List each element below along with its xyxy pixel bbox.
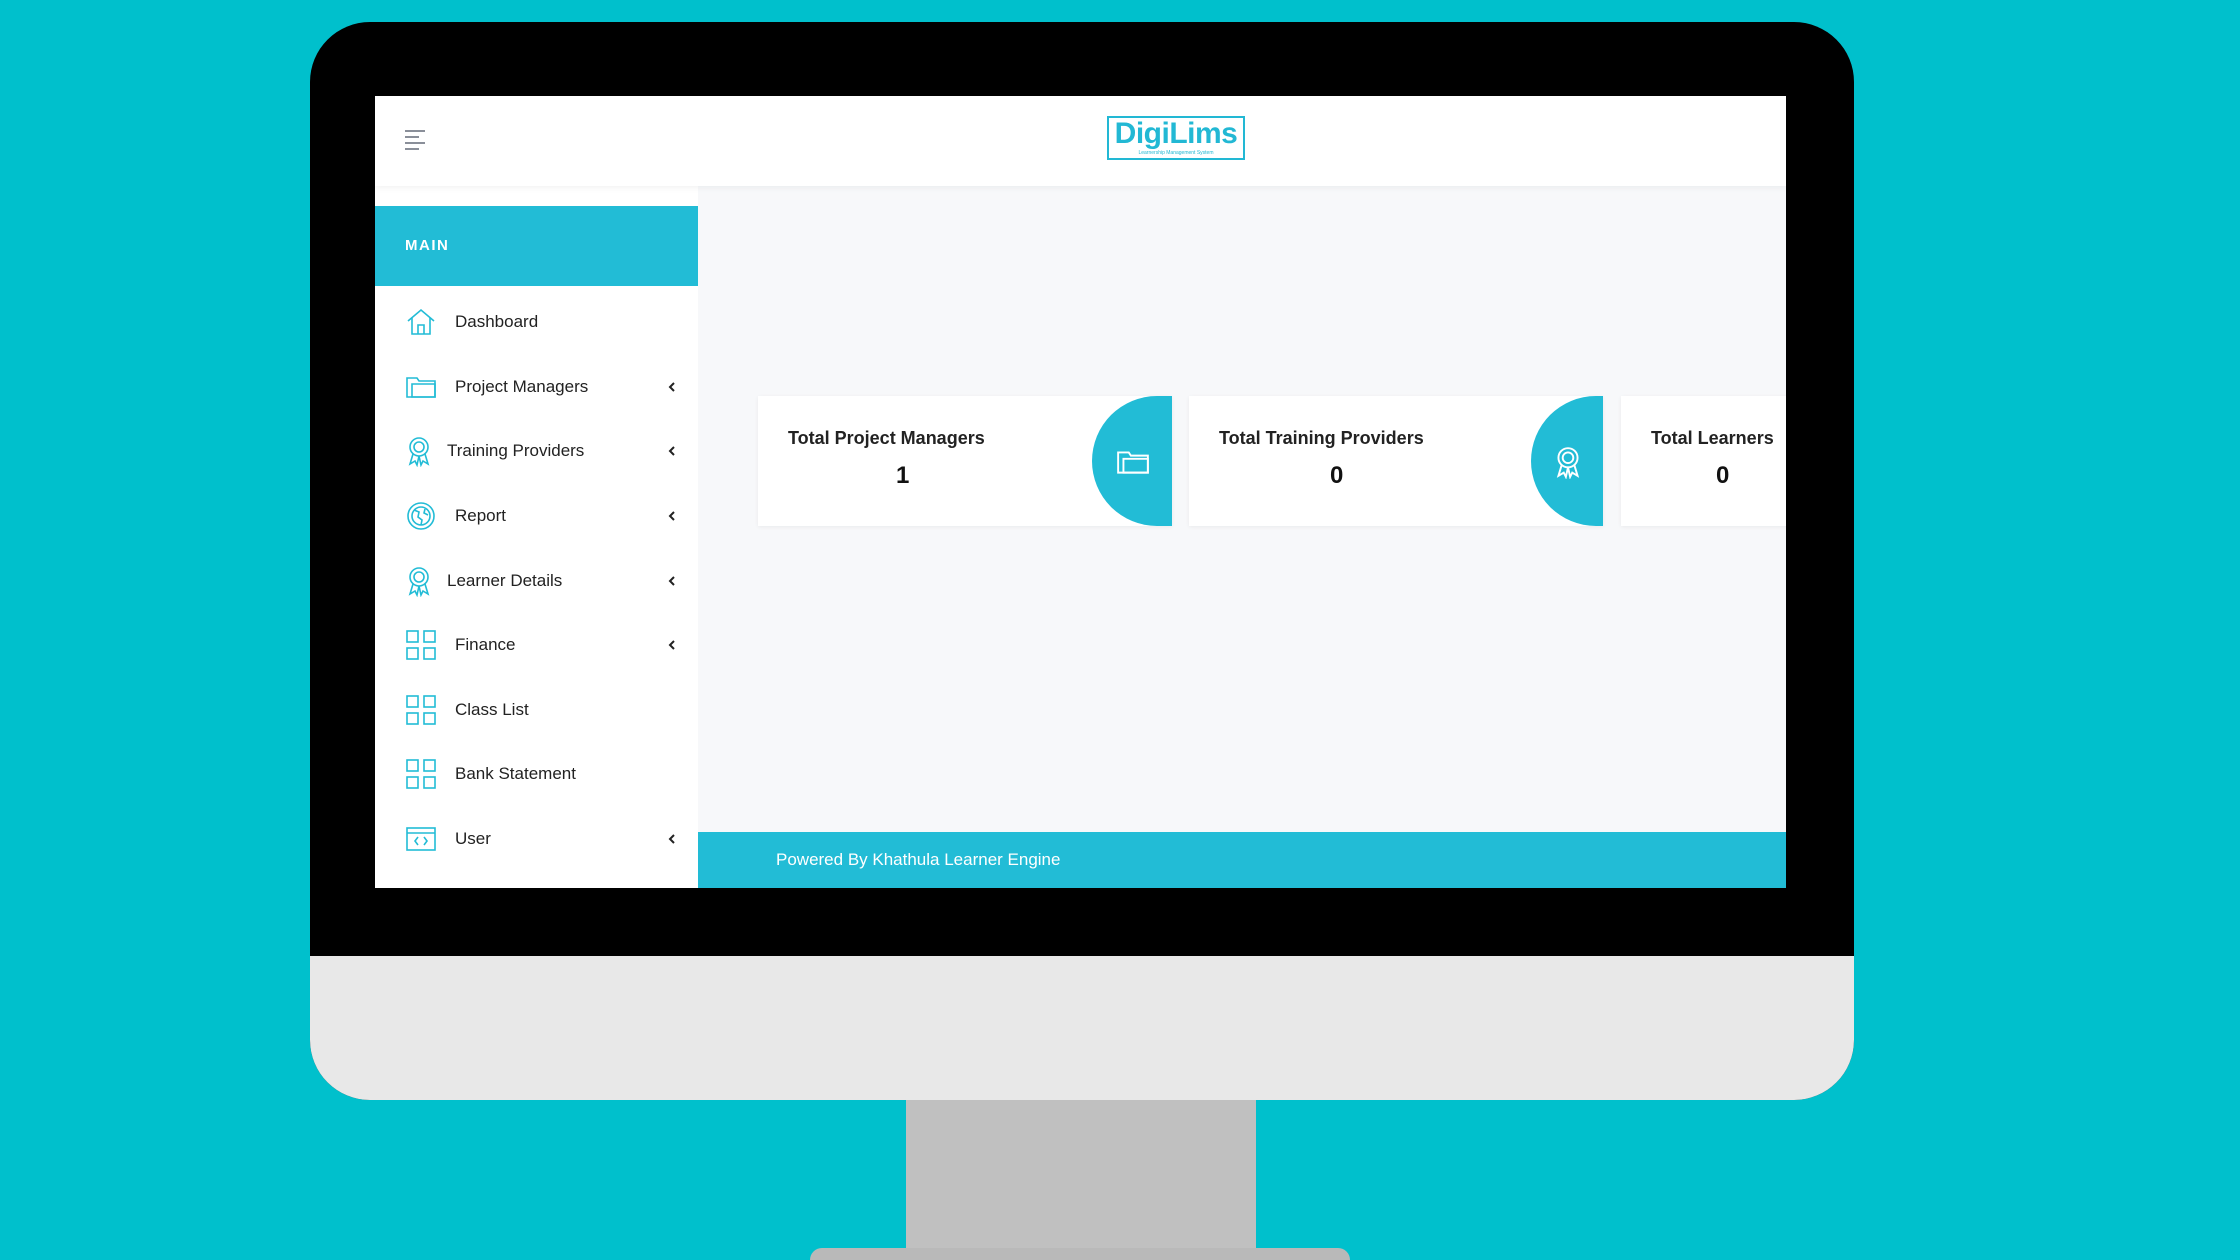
sidebar-item-report[interactable]: Report — [375, 484, 698, 549]
footer-text: Powered By Khathula Learner Engine — [776, 850, 1061, 869]
stat-card-title: Total Learners — [1651, 428, 1774, 448]
menu-toggle-icon[interactable] — [405, 130, 425, 150]
home-icon — [407, 309, 435, 336]
globe-icon — [407, 502, 435, 530]
stat-card-training-providers[interactable]: Total Training Providers 0 — [1189, 396, 1603, 526]
app-logo[interactable]: DigiLims Learnership Management System — [1107, 116, 1245, 160]
sidebar-item-label: Report — [455, 506, 507, 526]
grid-icon — [406, 759, 436, 790]
sidebar-item-learner-details[interactable]: Learner Details — [375, 548, 698, 613]
monitor-stand — [906, 1090, 1256, 1260]
sidebar-item-label: Class List — [455, 699, 529, 719]
sidebar-item-class-list[interactable]: Class List — [375, 678, 698, 743]
chevron-left-icon — [668, 511, 675, 521]
sidebar-item-finance[interactable]: Finance — [375, 613, 698, 678]
sidebar-item-training-providers[interactable]: Training Providers — [375, 419, 698, 484]
folder-icon — [406, 377, 436, 398]
monitor-chin — [310, 956, 1854, 1100]
stat-card-value: 1 — [896, 462, 910, 489]
award-icon — [1556, 447, 1580, 479]
sidebar-item-label: Finance — [455, 635, 516, 655]
chevron-left-icon — [668, 575, 675, 586]
stat-card-title: Total Project Managers — [788, 428, 985, 448]
grid-icon — [406, 695, 436, 725]
sidebar-item-user[interactable]: User — [375, 807, 698, 872]
dashboard-content: Total Project Managers 1 Total Training … — [698, 186, 1786, 828]
stat-card-project-managers[interactable]: Total Project Managers 1 — [758, 396, 1172, 526]
chevron-left-icon — [668, 834, 675, 844]
desktop-background: DigiLims Learnership Management System M… — [0, 0, 2240, 1260]
stat-card-badge — [1092, 396, 1172, 526]
stat-card-learners[interactable]: Total Learners 0 — [1621, 396, 1786, 526]
chevron-left-icon — [668, 640, 675, 650]
top-bar: DigiLims Learnership Management System — [375, 96, 1786, 186]
sidebar-item-label: Dashboard — [455, 312, 539, 332]
footer-bar: Powered By Khathula Learner Engine — [698, 832, 1786, 888]
sidebar-item-label: User — [455, 829, 491, 849]
sidebar: MAIN Dashboard Project Managers Training… — [375, 186, 698, 888]
monitor-stand-base — [810, 1248, 1350, 1260]
stat-card-title: Total Training Providers — [1219, 428, 1424, 448]
sidebar-item-label: Training Providers — [447, 441, 585, 461]
award-icon — [408, 566, 430, 597]
stat-card-value: 0 — [1330, 462, 1344, 489]
sidebar-item-bank-statement[interactable]: Bank Statement — [375, 742, 698, 807]
sidebar-nav: Dashboard Project Managers Training Prov… — [375, 290, 698, 871]
sidebar-section-label: MAIN — [375, 206, 698, 286]
app-screen: DigiLims Learnership Management System M… — [375, 96, 1786, 888]
grid-icon — [406, 630, 436, 661]
code-window-icon — [406, 827, 436, 851]
stat-card-value: 0 — [1716, 462, 1730, 489]
award-icon — [408, 437, 430, 468]
logo-text: DigiLims — [1114, 117, 1238, 150]
folder-icon — [1117, 451, 1149, 474]
sidebar-item-label: Project Managers — [455, 376, 589, 396]
logo-subtext: Learnership Management System — [1138, 150, 1214, 156]
stat-card-badge — [1531, 396, 1603, 526]
sidebar-item-dashboard[interactable]: Dashboard — [375, 290, 698, 355]
chevron-left-icon — [668, 382, 675, 392]
sidebar-item-label: Bank Statement — [455, 764, 576, 784]
sidebar-item-label: Learner Details — [447, 570, 563, 590]
sidebar-item-project-managers[interactable]: Project Managers — [375, 355, 698, 420]
chevron-left-icon — [668, 446, 675, 457]
